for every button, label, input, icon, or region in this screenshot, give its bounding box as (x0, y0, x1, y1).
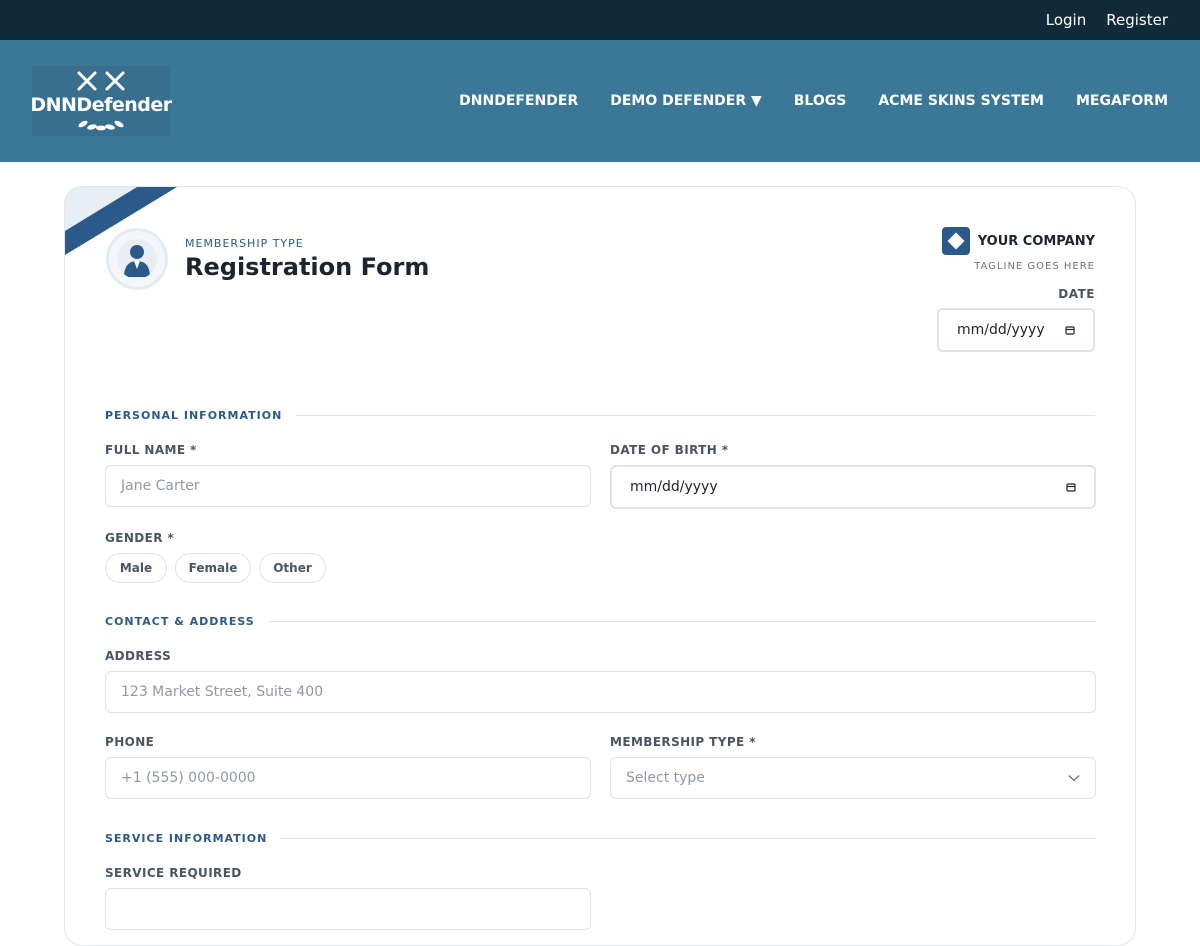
nav-dnndefender[interactable]: DNNDEFENDER (459, 93, 578, 109)
site-header: DNNDefender DNNDEFENDER DEMO DEFENDER ▼ … (0, 40, 1200, 162)
full-name-label: FULL NAME * (105, 443, 197, 457)
registration-form-card: MEMBERSHIP TYPE Registration Form YOUR C… (64, 186, 1136, 946)
phone-placeholder: +1 (555) 000-0000 (121, 770, 256, 786)
section-title: PERSONAL INFORMATION (105, 409, 283, 422)
date-of-birth-field[interactable]: mm/dd/yyyy (610, 465, 1096, 509)
full-name-placeholder: Jane Carter (121, 478, 200, 494)
company-tagline: TAGLINE GOES HERE (974, 261, 1095, 272)
membership-type-select[interactable]: Select type (610, 757, 1096, 799)
date-of-birth-value: mm/dd/yyyy (630, 479, 718, 495)
gender-option-male[interactable]: Male (105, 553, 167, 583)
site-logo[interactable]: DNNDefender (30, 66, 172, 136)
nav-blogs[interactable]: BLOGS (794, 93, 847, 109)
calendar-icon[interactable] (1065, 325, 1075, 335)
company-block: YOUR COMPANY TAGLINE GOES HERE DATE mm/d… (937, 227, 1095, 352)
phone-field[interactable]: +1 (555) 000-0000 (105, 757, 591, 799)
top-utility-bar: Login Register (0, 0, 1200, 40)
address-field[interactable]: 123 Market Street, Suite 400 (105, 671, 1096, 713)
chevron-down-icon (1068, 775, 1080, 782)
login-link[interactable]: Login (1046, 11, 1086, 29)
full-name-field[interactable]: Jane Carter (105, 465, 591, 507)
page-title: Registration Form (185, 253, 430, 281)
company-name: YOUR COMPANY (977, 233, 1095, 249)
nav-acme-skins-system[interactable]: ACME SKINS SYSTEM (878, 93, 1044, 109)
membership-type-label: MEMBERSHIP TYPE * (610, 735, 756, 749)
company-logo-icon (941, 227, 970, 255)
gender-option-female[interactable]: Female (175, 553, 251, 583)
section-divider (268, 621, 1095, 622)
section-service-information: SERVICE INFORMATION (105, 832, 1095, 845)
section-divider (296, 415, 1095, 416)
date-label: DATE (1058, 287, 1095, 301)
gender-option-other[interactable]: Other (259, 553, 326, 583)
avatar (106, 228, 168, 290)
service-required-field[interactable] (105, 888, 591, 930)
calendar-icon[interactable] (1066, 482, 1076, 492)
laurel-icon (78, 120, 124, 131)
section-divider (281, 838, 1095, 839)
form-kicker: MEMBERSHIP TYPE (185, 237, 304, 250)
date-field[interactable]: mm/dd/yyyy (937, 308, 1095, 352)
register-link[interactable]: Register (1106, 11, 1168, 29)
nav-demo-defender[interactable]: DEMO DEFENDER ▼ (610, 93, 762, 109)
membership-type-placeholder: Select type (626, 770, 705, 786)
section-title: CONTACT & ADDRESS (105, 615, 255, 628)
section-contact-address: CONTACT & ADDRESS (105, 615, 1095, 628)
address-placeholder: 123 Market Street, Suite 400 (121, 684, 324, 700)
section-personal-information: PERSONAL INFORMATION (105, 409, 1095, 422)
gender-label: GENDER * (105, 531, 175, 545)
user-icon (124, 245, 150, 277)
date-of-birth-label: DATE OF BIRTH * (610, 443, 729, 457)
logo-text: DNNDefender (30, 94, 172, 116)
section-title: SERVICE INFORMATION (105, 832, 268, 845)
service-required-label: SERVICE REQUIRED (105, 866, 242, 880)
swords-icon (77, 71, 125, 91)
nav-megaform[interactable]: MEGAFORM (1076, 93, 1168, 109)
address-label: ADDRESS (105, 649, 172, 663)
date-field-value: mm/dd/yyyy (957, 322, 1045, 338)
main-nav: DNNDEFENDER DEMO DEFENDER ▼ BLOGS ACME S… (459, 93, 1168, 109)
phone-label: PHONE (105, 735, 155, 749)
